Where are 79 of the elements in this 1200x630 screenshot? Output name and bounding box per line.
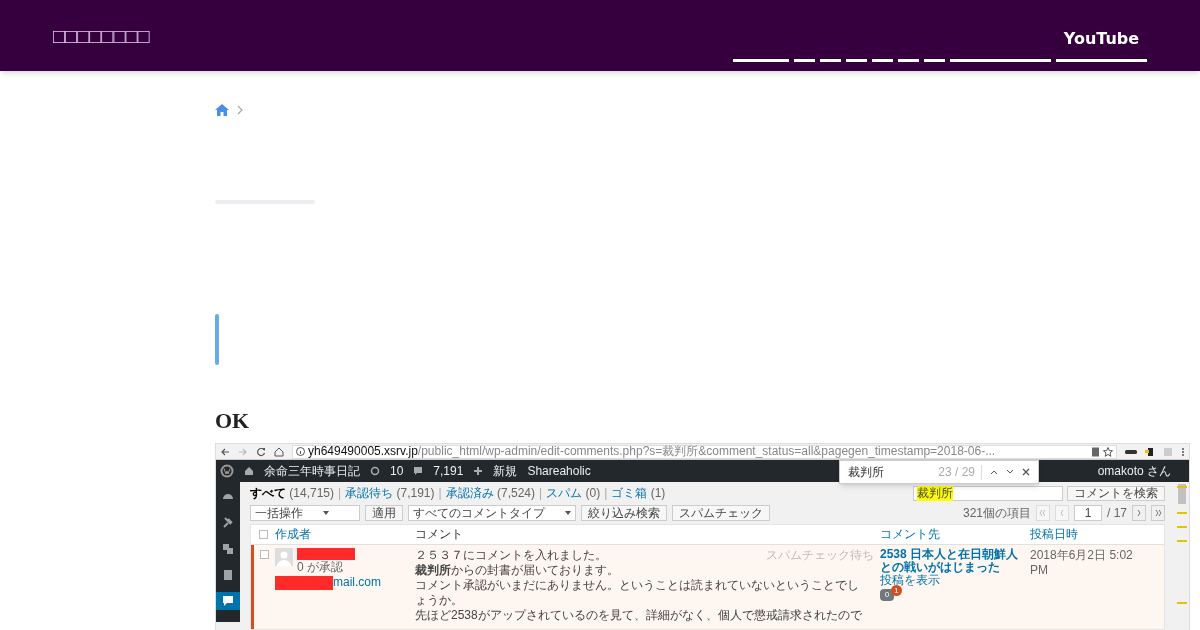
filter-link[interactable]: 承認済み (7,524) — [445, 485, 536, 501]
section-heading: OK — [215, 409, 251, 433]
comments-count[interactable]: 7,191 — [433, 463, 464, 479]
apply-button[interactable]: 適用 — [365, 505, 403, 521]
reload-icon[interactable] — [256, 446, 266, 457]
filter-link[interactable]: 承認待ち (7,191) — [345, 485, 435, 501]
view-post-link[interactable]: 投稿を表示 — [880, 574, 940, 587]
admin-site-link[interactable]: 余命三年時事日記 — [264, 463, 360, 479]
status-label: スパムチェック待ち — [766, 548, 874, 563]
comment-text-line: コメント承認がいまだにありません。ということは読まれていないということでし — [415, 578, 860, 593]
post-title-link[interactable]: 2538 日本人と在日朝鮮人との戦いがはじまった — [880, 548, 1025, 574]
avatar-icon — [275, 548, 293, 566]
separator: | — [337, 485, 343, 501]
plugin-link[interactable]: Shareaholic — [527, 463, 591, 479]
page-field[interactable]: 1 — [1074, 505, 1102, 521]
site-title[interactable]: □□□□□□□□ — [53, 20, 150, 51]
email-link[interactable]: mail.com — [333, 575, 381, 590]
column-header: コメント — [415, 527, 463, 541]
date-text: 2018年6月2日 5:02 PM — [1030, 548, 1134, 579]
last-page-icon[interactable] — [1151, 505, 1165, 521]
filter-button[interactable]: 絞り込み検索 — [581, 505, 667, 521]
comment-text-line: ょうか。 — [415, 593, 464, 608]
chevron-right-icon — [237, 105, 243, 115]
home-icon[interactable] — [274, 446, 284, 457]
pages-icon — [221, 568, 235, 582]
back-arrow-icon[interactable] — [220, 446, 230, 457]
redaction-bar — [297, 548, 355, 560]
page-icon[interactable] — [1091, 446, 1100, 457]
refresh-icon[interactable] — [370, 466, 380, 476]
new-link[interactable]: 新規 — [493, 463, 518, 479]
sidebar-item[interactable] — [216, 592, 240, 610]
menu-icon[interactable] — [1181, 446, 1185, 457]
column-header[interactable]: コメント先 — [880, 527, 940, 541]
star-icon[interactable] — [1103, 446, 1113, 457]
approved-count: 0 が承認 — [297, 560, 344, 575]
dropdown[interactable]: すべてのコメントタイプ — [408, 505, 576, 521]
caret-icon — [565, 511, 571, 515]
separator: | — [437, 485, 443, 501]
plus-icon[interactable] — [473, 466, 484, 476]
wordpress-logo-icon[interactable] — [220, 464, 234, 478]
comment-text-line: 先ほど2538がアップされているのを見て、詳細がなく、個人で懲戒請求されたので — [415, 608, 863, 623]
comment-text-line: ２５３７にコメントを入れました。 — [415, 548, 607, 563]
item-count: 321個の項目 — [962, 505, 1031, 521]
home-icon[interactable] — [215, 104, 229, 116]
comment-icon — [221, 594, 235, 608]
filter-link[interactable]: すべて (14,715) — [250, 485, 335, 501]
column-header[interactable]: 投稿日時 — [1030, 527, 1078, 541]
close-icon[interactable] — [1022, 468, 1030, 476]
user-link[interactable]: omakoto さん — [1097, 463, 1171, 479]
match-count: 23 / 29 — [938, 464, 982, 480]
find-query[interactable]: 裁判所 — [848, 464, 931, 480]
comment-count-bubble[interactable]: 0 — [880, 589, 894, 601]
dropdown[interactable]: 一括操作 — [250, 505, 360, 521]
search-comments-button[interactable]: コメントを検索 — [1067, 485, 1165, 501]
address-text: yh649490005.xsrv.jp/public_html/wp-admin/edit-comments.php?s=裁判所&comment_status=all&pagegen_timestamp=2018-06-... — [308, 444, 996, 459]
info-icon — [296, 447, 305, 456]
address-field[interactable]: yh649490005.xsrv.jp/public_html/wp-admin/edit-comments.php?s=裁判所&comment_status=all&pagegen_timestamp=2018-06-... — [292, 444, 1117, 459]
column-header[interactable]: 作成者 — [275, 527, 311, 541]
spam-check-button[interactable]: スパムチェック — [672, 505, 770, 521]
media-icon — [221, 542, 235, 556]
separator: | — [603, 485, 609, 501]
comment-icon[interactable] — [413, 466, 424, 476]
home-icon[interactable] — [244, 466, 254, 476]
filter-link[interactable]: スパム (0) — [546, 485, 601, 501]
search-field[interactable]: 裁判所 — [913, 485, 1063, 501]
comment-text-line: 裁判所からの封書が届いております。 — [415, 563, 620, 578]
checkbox[interactable] — [258, 530, 268, 539]
filter-link[interactable]: ゴミ箱 (1) — [611, 485, 666, 501]
chevron-up-icon[interactable] — [990, 469, 998, 475]
separator: | — [538, 485, 544, 501]
chevron-down-icon[interactable] — [1006, 469, 1014, 475]
quote-bar — [215, 314, 219, 365]
pending-count-badge: 1 — [891, 585, 902, 596]
updates-count[interactable]: 10 — [390, 463, 404, 479]
page-total: / 17 — [1107, 505, 1127, 521]
nav-link[interactable]: YouTube — [1056, 9, 1147, 62]
redaction-bar — [275, 575, 333, 590]
caret-icon — [323, 511, 329, 515]
checkbox[interactable] — [260, 550, 269, 559]
